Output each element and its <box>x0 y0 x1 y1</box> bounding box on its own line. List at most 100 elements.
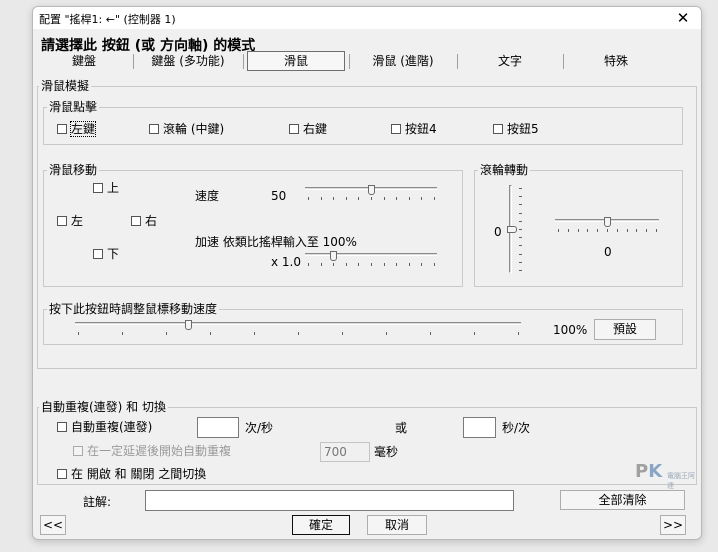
accel-slider[interactable] <box>305 251 437 266</box>
pk-watermark-logo: PK <box>635 461 662 482</box>
slider-tick <box>519 213 522 214</box>
close-icon[interactable]: ✕ <box>673 8 693 28</box>
mouse-sim-group-label: 滑鼠模擬 <box>39 79 92 93</box>
right-button-checkbox[interactable]: 右鍵 <box>289 122 327 136</box>
tab-mouse[interactable]: 滑鼠 <box>247 51 345 71</box>
slider-track <box>305 253 437 256</box>
tab-separator <box>457 54 458 69</box>
clear-all-button[interactable]: 全部清除 <box>560 490 685 510</box>
move-up-checkbox[interactable]: 上 <box>93 181 119 195</box>
slider-tick <box>78 332 79 335</box>
tab-separator <box>133 54 134 69</box>
slider-tick <box>342 332 343 335</box>
slider-tick <box>333 197 334 200</box>
tab-separator <box>349 54 350 69</box>
repeat-rate-input[interactable] <box>197 417 239 438</box>
window-title: 配置 "搖桿1: ←" (控制器 1) <box>39 13 176 26</box>
slider-tick <box>434 197 435 200</box>
comment-input[interactable] <box>145 490 514 511</box>
slider-tick <box>430 332 431 335</box>
slider-tick <box>627 229 628 232</box>
repeat-interval-input[interactable] <box>463 417 496 438</box>
checkbox-box <box>289 124 299 134</box>
slider-tick <box>384 263 385 266</box>
or-label: 或 <box>395 421 408 435</box>
tab-text[interactable]: 文字 <box>461 51 559 71</box>
slider-tick <box>396 197 397 200</box>
slider-tick <box>617 229 618 232</box>
tab-separator <box>243 54 244 69</box>
press-speed-slider[interactable] <box>75 320 521 336</box>
wheel-vertical-slider[interactable] <box>507 185 523 273</box>
tab-keyboard[interactable]: 鍵盤 <box>39 51 129 71</box>
move-left-label: 左 <box>71 214 84 228</box>
slider-tick <box>656 229 657 232</box>
move-down-checkbox[interactable]: 下 <box>93 247 119 261</box>
slider-tick <box>434 263 435 266</box>
right-button-label: 右鍵 <box>303 122 328 136</box>
next-button[interactable]: >> <box>660 515 686 535</box>
button4-checkbox[interactable]: 按鈕4 <box>391 122 437 136</box>
middle-button-checkbox[interactable]: 滾輪 (中鍵) <box>149 122 224 136</box>
slider-tick <box>646 229 647 232</box>
slider-tick <box>409 263 410 266</box>
rate-unit-label: 次/秒 <box>245 421 274 435</box>
slider-thumb <box>604 217 611 227</box>
delay-input[interactable]: 700 <box>320 442 370 462</box>
button5-checkbox[interactable]: 按鈕5 <box>493 122 539 136</box>
delay-checkbox[interactable]: 在一定延遲後開始自動重複 <box>73 444 231 458</box>
toggle-checkbox[interactable]: 在 開啟 和 關閉 之間切換 <box>57 467 206 481</box>
checkbox-box <box>391 124 401 134</box>
slider-tick <box>519 188 522 189</box>
tab-mouse-advanced[interactable]: 滑鼠 (進階) <box>353 51 453 71</box>
checkbox-box <box>57 124 67 134</box>
interval-unit-label: 秒/次 <box>502 421 531 435</box>
slider-tick <box>254 332 255 335</box>
press-speed-default-button[interactable]: 預設 <box>594 319 656 340</box>
press-speed-group-label: 按下此按鈕時調整鼠標移動速度 <box>47 302 220 316</box>
slider-tick <box>636 229 637 232</box>
move-right-checkbox[interactable]: 右 <box>131 214 157 228</box>
mouse-move-group-label: 滑鼠移動 <box>47 163 100 177</box>
slider-tick <box>333 263 334 266</box>
slider-tick <box>298 332 299 335</box>
speed-slider[interactable] <box>305 185 437 200</box>
cancel-button[interactable]: 取消 <box>367 515 427 535</box>
slider-track <box>75 322 521 325</box>
slider-tick <box>421 197 422 200</box>
slider-thumb <box>330 251 337 261</box>
button4-label: 按鈕4 <box>405 122 437 136</box>
slider-tick <box>519 204 522 205</box>
speed-label: 速度 <box>195 189 220 203</box>
tab-separator <box>563 54 564 69</box>
slider-tick <box>597 229 598 232</box>
slider-tick <box>308 197 309 200</box>
slider-tick <box>578 229 579 232</box>
ok-button[interactable]: 確定 <box>292 515 350 535</box>
move-down-label: 下 <box>107 247 120 261</box>
mouse-click-group-label: 滑鼠點擊 <box>47 100 100 114</box>
left-button-label: 左鍵 <box>69 121 97 137</box>
slider-tick <box>386 332 387 335</box>
auto-repeat-group-label: 自動重複(連發) 和 切換 <box>39 400 168 414</box>
wheel-horizontal-slider[interactable] <box>555 217 659 232</box>
slider-tick <box>321 263 322 266</box>
checkbox-box <box>131 216 141 226</box>
checkbox-box <box>57 216 67 226</box>
configure-dialog: 配置 "搖桿1: ←" (控制器 1) ✕ 請選擇此 按鈕 (或 方向軸) 的模… <box>32 6 702 540</box>
tab-keyboard-multi[interactable]: 鍵盤 (多功能) <box>137 51 239 71</box>
auto-repeat-checkbox[interactable]: 自動重複(連發) <box>57 420 152 434</box>
slider-tick <box>421 263 422 266</box>
slider-tick <box>519 254 522 255</box>
move-left-checkbox[interactable]: 左 <box>57 214 83 228</box>
slider-tick <box>346 197 347 200</box>
slider-tick <box>321 197 322 200</box>
left-button-checkbox[interactable]: 左鍵 <box>57 121 97 137</box>
slider-tick <box>518 332 519 335</box>
tab-special[interactable]: 特殊 <box>567 51 665 71</box>
slider-tick <box>122 332 123 335</box>
delay-unit-label: 毫秒 <box>374 445 399 459</box>
slider-thumb <box>185 320 192 330</box>
previous-button[interactable]: << <box>40 515 66 535</box>
slider-tick <box>568 229 569 232</box>
